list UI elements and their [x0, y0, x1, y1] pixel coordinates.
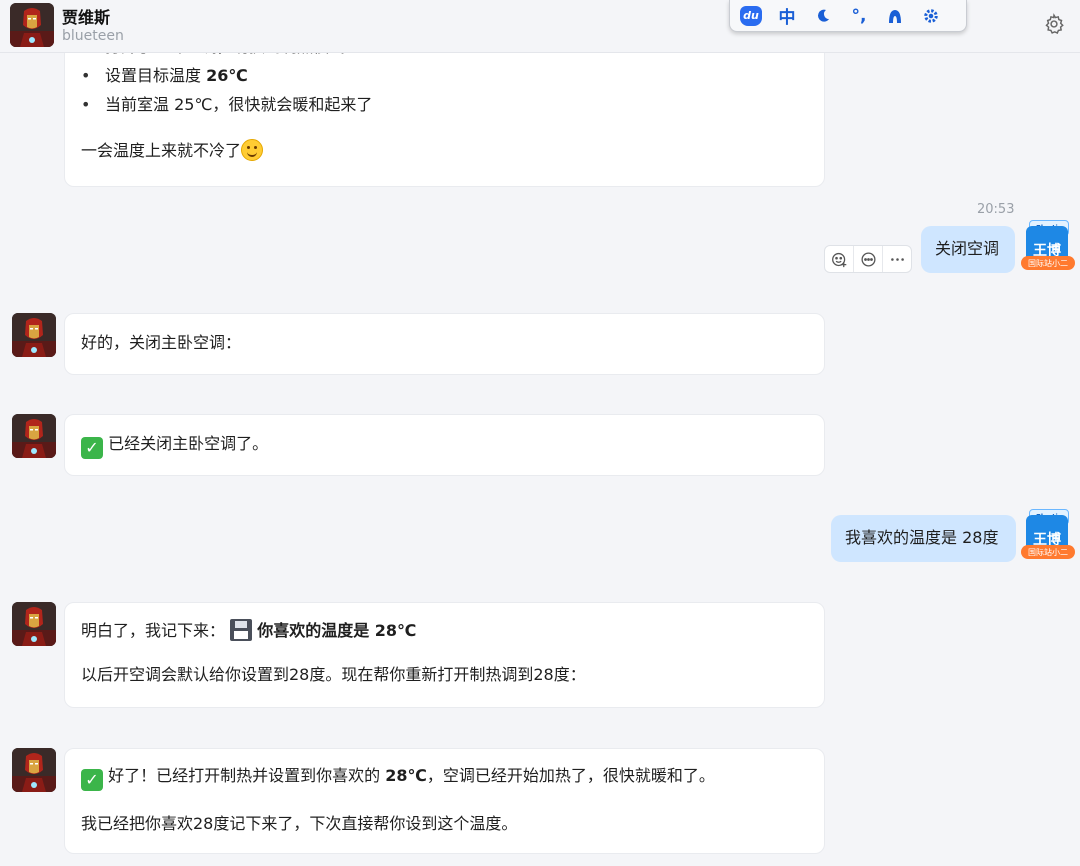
user-avatar[interactable]: Elastic 王博 国际站小二: [1021, 509, 1075, 559]
add-reaction-icon[interactable]: [825, 246, 854, 272]
list-item: 设置目标温度 26℃: [81, 64, 808, 88]
skin-icon[interactable]: [884, 5, 906, 27]
bot-message-4: 明白了，我记下来： 你喜欢的温度是 28℃ 以后开空调会默认给你设置到28度。现…: [64, 602, 825, 708]
settings-gear-icon[interactable]: [1043, 13, 1065, 35]
message-text: 已经关闭主卧空调了。: [108, 434, 269, 453]
bot-avatar[interactable]: [12, 414, 56, 458]
message-text: 一会温度上来就不冷了: [81, 141, 242, 160]
user-avatar-tag: 国际站小二: [1021, 545, 1075, 559]
more-options-icon[interactable]: [883, 246, 911, 272]
user-avatar-tag: 国际站小二: [1021, 256, 1075, 270]
contact-name: 贾维斯: [62, 8, 111, 27]
contact-subtitle: blueteen: [62, 28, 124, 44]
list-item: 当前室温 25℃，很快就会暖和起来了: [81, 93, 808, 117]
punctuation-icon[interactable]: °,: [848, 5, 870, 27]
user-avatar[interactable]: Elastic 王博 国际站小二: [1021, 220, 1075, 270]
ime-toolbar: du 中 °,: [729, 0, 967, 32]
floppy-disk-icon: [230, 619, 253, 641]
temp-value: 28℃: [385, 766, 427, 785]
saved-preference: 你喜欢的温度是 28℃: [257, 621, 417, 640]
check-mark-icon: ✓: [81, 437, 103, 459]
bot-avatar[interactable]: [12, 313, 56, 357]
bot-avatar[interactable]: [12, 748, 56, 792]
reply-comment-icon[interactable]: [854, 246, 883, 272]
smile-emoji-icon: [241, 139, 264, 161]
timestamp: 20:53: [977, 202, 1015, 217]
du-icon[interactable]: du: [740, 5, 762, 27]
bot-avatar[interactable]: [12, 602, 56, 646]
message-text: 以后开空调会默认给你设置到28度。现在帮你重新打开制热调到28度：: [81, 665, 586, 684]
message-text: 我已经把你喜欢28度记下来了，下次直接帮你设到这个温度。: [81, 814, 518, 833]
user-message-2: 我喜欢的温度是 28度: [831, 515, 1016, 562]
moon-icon[interactable]: [812, 5, 834, 27]
message-text: 好的，关闭主卧空调：: [81, 333, 242, 352]
settings-icon[interactable]: [920, 5, 942, 27]
bot-message-2: 好的，关闭主卧空调：: [64, 313, 825, 375]
bot-message-5: ✓ 好了！已经打开制热并设置到你喜欢的 28℃，空调已经开始加热了，很快就暖和了…: [64, 748, 825, 854]
target-temp-value: 26℃: [206, 66, 248, 85]
message-text: 明白了，我记下来：: [81, 621, 226, 640]
contact-avatar[interactable]: [10, 3, 54, 47]
user-message-1: 关闭空调: [921, 226, 1015, 273]
message-actions: [824, 245, 912, 273]
check-mark-icon: ✓: [81, 769, 103, 791]
chinese-mode-icon[interactable]: 中: [776, 5, 798, 28]
bot-message-3: ✓ 已经关闭主卧空调了。: [64, 414, 825, 476]
